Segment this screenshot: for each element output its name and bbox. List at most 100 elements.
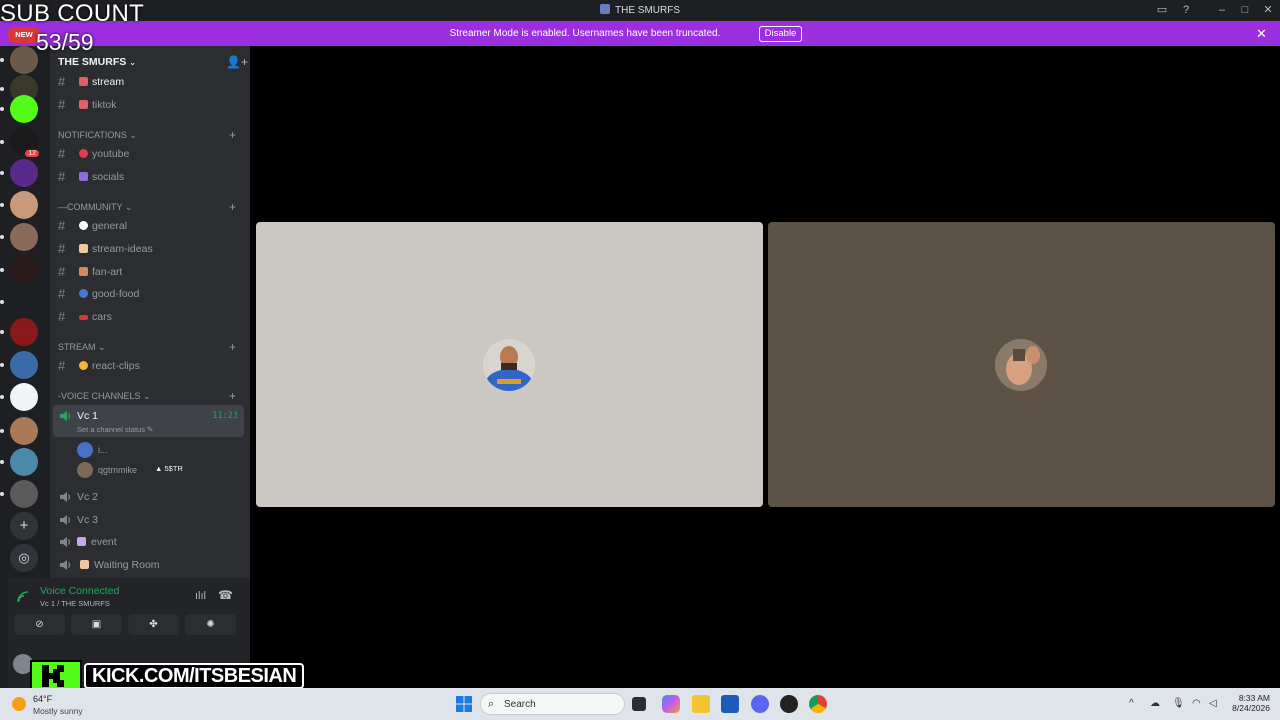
inbox-icon[interactable]: ▭ bbox=[1155, 3, 1169, 17]
server-icon[interactable] bbox=[10, 256, 38, 284]
server-icon[interactable] bbox=[10, 95, 38, 123]
taskbar-search[interactable]: ⌕ Search bbox=[480, 693, 625, 715]
store-icon[interactable] bbox=[721, 695, 739, 713]
microphone-icon[interactable]: 🎙 bbox=[1172, 698, 1185, 709]
mention-badge: 12 bbox=[23, 148, 41, 159]
add-channel-icon[interactable]: + bbox=[229, 389, 236, 403]
voice-channel-event[interactable]: event bbox=[53, 532, 243, 552]
minimize-button[interactable]: – bbox=[1215, 3, 1229, 17]
noise-suppression-icon[interactable]: ılıl bbox=[195, 590, 206, 602]
voice-member[interactable]: qgtmmike ▲ 5$TR bbox=[77, 461, 227, 479]
screen-share-button[interactable]: ▣ bbox=[71, 614, 122, 635]
windows-taskbar: 64°F Mostly sunny ⌕ Search ^ ☁ 🎙 ◠ ◁ 8:3… bbox=[0, 688, 1280, 720]
invite-members-icon[interactable]: 👤+ bbox=[226, 55, 248, 69]
unread-pill bbox=[0, 140, 4, 144]
cloud-icon[interactable]: ☁ bbox=[1150, 698, 1160, 709]
unread-pill bbox=[0, 58, 4, 62]
activities-button[interactable]: ✤ bbox=[128, 614, 179, 635]
disable-streamer-mode-button[interactable]: Disable bbox=[759, 26, 802, 42]
voice-status-subtitle[interactable]: Vc 1 / THE SMURFS bbox=[40, 599, 110, 608]
add-channel-icon[interactable]: + bbox=[229, 128, 236, 142]
server-icon[interactable]: 12 bbox=[10, 128, 41, 159]
channel-youtube[interactable]: # youtube bbox=[53, 144, 243, 164]
guild-header[interactable]: THE SMURFS ⌄ bbox=[58, 56, 136, 68]
video-tile[interactable] bbox=[768, 222, 1275, 507]
server-icon[interactable] bbox=[10, 480, 38, 508]
add-channel-icon[interactable]: + bbox=[229, 340, 236, 354]
volume-icon[interactable]: ◁ bbox=[1209, 698, 1217, 709]
server-icon[interactable] bbox=[10, 288, 38, 316]
race-car-icon bbox=[79, 315, 88, 320]
hash-icon: # bbox=[58, 146, 66, 161]
channel-stream[interactable]: # stream bbox=[53, 72, 243, 92]
banner-message: Streamer Mode is enabled. Usernames have… bbox=[449, 28, 721, 39]
server-icon[interactable] bbox=[10, 223, 38, 251]
server-icon[interactable] bbox=[10, 351, 38, 379]
hash-icon: # bbox=[58, 169, 66, 184]
voice-channel-label: Vc 2 bbox=[77, 491, 99, 503]
category-voice-channels[interactable]: -VOICE CHANNELS ⌄ + bbox=[58, 389, 243, 405]
add-channel-icon[interactable]: + bbox=[229, 200, 236, 214]
channel-tiktok[interactable]: # tiktok bbox=[53, 95, 243, 115]
category-stream[interactable]: STREAM ⌄ + bbox=[58, 340, 243, 356]
channel-fan-art[interactable]: # fan-art bbox=[53, 262, 243, 282]
voice-channel-vc3[interactable]: Vc 3 bbox=[53, 510, 243, 530]
voice-connected-panel: Voice Connected Vc 1 / THE SMURFS ılıl ☎… bbox=[8, 578, 250, 642]
file-explorer-icon[interactable] bbox=[692, 695, 710, 713]
voice-channel-vc1[interactable]: Vc 1 11:23 Set a channel status ✎ bbox=[53, 405, 244, 437]
add-server-icon[interactable]: + bbox=[10, 512, 38, 540]
close-banner-icon[interactable]: ✕ bbox=[1256, 26, 1267, 42]
category-notifications[interactable]: NOTIFICATIONS ⌄ + bbox=[58, 128, 243, 144]
maximize-button[interactable]: □ bbox=[1238, 3, 1252, 17]
chrome-icon[interactable] bbox=[809, 695, 827, 713]
unread-pill bbox=[0, 429, 4, 433]
voice-status-title[interactable]: Voice Connected bbox=[40, 585, 119, 597]
copilot-icon[interactable] bbox=[662, 695, 680, 713]
server-icon[interactable] bbox=[10, 46, 38, 74]
memo-icon bbox=[79, 244, 88, 253]
server-icon[interactable] bbox=[10, 318, 38, 346]
server-icon[interactable] bbox=[10, 383, 38, 411]
channel-good-food[interactable]: # good-food bbox=[53, 284, 243, 304]
channel-react-clips[interactable]: # react-clips bbox=[53, 356, 243, 376]
server-icon[interactable] bbox=[10, 417, 38, 445]
megaphone-icon bbox=[79, 77, 88, 86]
signal-icon[interactable] bbox=[16, 590, 32, 604]
channel-cars[interactable]: # cars bbox=[53, 307, 243, 327]
unread-pill bbox=[0, 492, 4, 496]
category-community[interactable]: —COMMUNITY ⌄ + bbox=[58, 200, 243, 216]
channel-general[interactable]: # general bbox=[53, 216, 243, 236]
unread-pill bbox=[0, 235, 4, 239]
channel-socials[interactable]: # socials bbox=[53, 167, 243, 187]
help-icon[interactable]: ? bbox=[1179, 3, 1193, 17]
channel-status[interactable]: Set a channel status ✎ bbox=[77, 425, 153, 434]
discover-icon[interactable]: ◎ bbox=[10, 544, 38, 572]
voice-member[interactable]: i... bbox=[77, 441, 227, 459]
channel-stream-ideas[interactable]: # stream-ideas bbox=[53, 239, 243, 259]
server-tag-text: 5$TR bbox=[164, 464, 183, 473]
camera-off-button[interactable]: ⊘ bbox=[14, 614, 65, 635]
discord-icon[interactable] bbox=[751, 695, 769, 713]
chevron-up-icon[interactable]: ^ bbox=[1129, 698, 1134, 709]
channel-label: stream bbox=[92, 76, 125, 88]
chevron-down-icon: ⌄ bbox=[129, 58, 136, 67]
artist-icon bbox=[79, 267, 88, 276]
unread-pill bbox=[0, 107, 4, 111]
video-tile[interactable] bbox=[256, 222, 763, 507]
voice-channel-waiting-room[interactable]: Waiting Room bbox=[53, 555, 243, 575]
system-clock[interactable]: 8:33 AM 8/24/2026 bbox=[1228, 693, 1270, 713]
task-view-icon[interactable] bbox=[632, 697, 646, 711]
hash-icon: # bbox=[58, 309, 66, 324]
wifi-icon[interactable]: ◠ bbox=[1192, 698, 1201, 709]
soundboard-button[interactable]: ✺ bbox=[185, 614, 236, 635]
windows-start-icon[interactable] bbox=[455, 695, 473, 713]
close-window-button[interactable]: ✕ bbox=[1261, 3, 1275, 17]
phone-icon bbox=[79, 172, 88, 181]
disconnect-icon[interactable]: ☎ bbox=[218, 588, 233, 602]
obs-icon[interactable] bbox=[780, 695, 798, 713]
server-icon[interactable] bbox=[10, 159, 38, 187]
server-icon[interactable] bbox=[10, 448, 38, 476]
server-icon[interactable] bbox=[10, 191, 38, 219]
voice-timer: 11:23 bbox=[212, 411, 238, 421]
voice-channel-vc2[interactable]: Vc 2 bbox=[53, 487, 243, 507]
